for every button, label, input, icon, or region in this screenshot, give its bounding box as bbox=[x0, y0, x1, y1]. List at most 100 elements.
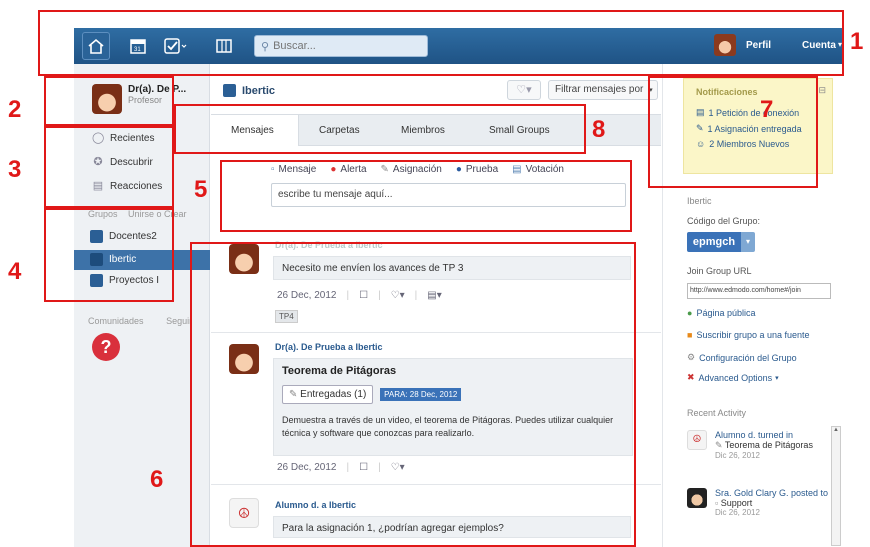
group-settings-link[interactable]: ⚙ Configuración del Grupo bbox=[687, 352, 797, 363]
join-url-field[interactable]: http://www.edmodo.com/home#/join bbox=[687, 283, 831, 299]
post-type-alerta[interactable]: ● Alerta bbox=[330, 164, 366, 175]
notification-label: 1 Asignación entregada bbox=[707, 123, 802, 134]
notification-item[interactable]: ✎ 1 Asignación entregada bbox=[696, 123, 802, 134]
advanced-options-link[interactable]: ✖ Advanced Options ▾ bbox=[687, 372, 779, 383]
filter-messages-dropdown[interactable]: Filtrar mensajes por ▾ bbox=[548, 80, 658, 100]
message-input[interactable]: escribe tu mensaje aquí... bbox=[271, 183, 626, 207]
left-sidebar: Dr(a). De P... Profesor ◯ Recientes ✪ De… bbox=[74, 64, 210, 547]
post-type-label: Votación bbox=[525, 164, 564, 175]
post-meta: 26 Dec, 2012 | ☐ | ♡▾ bbox=[277, 462, 405, 473]
tab-small-groups[interactable]: Small Groups bbox=[489, 125, 550, 136]
collapse-icon[interactable]: ⊟ bbox=[818, 85, 826, 96]
group-icon bbox=[223, 84, 236, 97]
assignment-title[interactable]: Teorema de Pitágoras bbox=[282, 365, 624, 377]
scroll-up-arrow-icon[interactable]: ▲ bbox=[832, 427, 840, 436]
post-author-avatar[interactable]: ☮ bbox=[229, 498, 259, 528]
activity-avatar: ☮ bbox=[687, 430, 707, 450]
subscribe-feed-link[interactable]: ■ Suscribir grupo a una fuente bbox=[687, 330, 810, 340]
activity-what[interactable]: ✎ Teorema de Pitágoras bbox=[715, 440, 835, 451]
annotation-number-8: 8 bbox=[592, 116, 606, 143]
post-date: 26 Dec, 2012 bbox=[277, 290, 337, 301]
tools-icon: ✖ bbox=[687, 372, 695, 382]
library-icon[interactable] bbox=[210, 32, 238, 60]
post-body: Necesito me envíen los avances de TP 3 bbox=[273, 256, 631, 280]
follow-link[interactable]: Seguir bbox=[166, 316, 192, 326]
profile-avatar bbox=[92, 84, 122, 114]
search-input[interactable] bbox=[273, 40, 414, 52]
post-author[interactable]: Dr(a). De Prueba a Ibertic bbox=[275, 240, 383, 250]
calendar-icon[interactable]: 31 bbox=[124, 32, 152, 60]
post-date: 26 Dec, 2012 bbox=[277, 462, 337, 473]
like-heart-icon[interactable]: ♡▾ bbox=[391, 290, 405, 301]
sidebar-item-reacciones[interactable]: ▤ Reacciones bbox=[92, 180, 162, 192]
tab-miembros[interactable]: Miembros bbox=[401, 125, 445, 136]
chevron-down-icon: ▾ bbox=[775, 374, 779, 382]
sidebar-group-docentes2[interactable]: Docentes2 bbox=[90, 230, 157, 243]
activity-text: Alumno d. turned in ✎ Teorema de Pitágor… bbox=[715, 430, 835, 460]
annotation-number-3: 3 bbox=[8, 156, 22, 183]
group-icon bbox=[90, 253, 103, 266]
profile-card[interactable]: Dr(a). De P... Profesor bbox=[92, 84, 186, 114]
compass-icon: ✪ bbox=[93, 156, 103, 168]
assignment-icon: ✎ bbox=[380, 164, 389, 175]
profile-link[interactable]: Perfil bbox=[746, 40, 771, 51]
post-author[interactable]: Alumno d. a Ibertic bbox=[275, 500, 356, 510]
sidebar-group-ibertic[interactable]: Ibertic bbox=[90, 253, 136, 266]
quiz-icon: ● bbox=[455, 164, 462, 175]
account-chevron-down-icon[interactable]: ▾ bbox=[838, 40, 842, 49]
activity-text: Sra. Gold Clary G. posted to ▫ Support D… bbox=[715, 488, 835, 517]
post-type-prueba[interactable]: ● Prueba bbox=[456, 164, 498, 175]
home-icon[interactable] bbox=[82, 32, 110, 60]
annotation-number-5: 5 bbox=[194, 176, 208, 203]
user-avatar[interactable] bbox=[714, 34, 736, 56]
favorite-heart-button[interactable]: ♡▾ bbox=[507, 80, 541, 100]
group-code[interactable]: epmgch bbox=[687, 232, 741, 252]
help-question-icon[interactable]: ? bbox=[92, 333, 120, 361]
post-type-votacion[interactable]: ▤ Votación bbox=[512, 164, 564, 175]
poll-icon: ▤ bbox=[512, 164, 522, 175]
annotation-number-7: 7 bbox=[760, 96, 774, 123]
post-meta: 26 Dec, 2012 | ☐ | ♡▾ | ▤▾ bbox=[277, 290, 442, 301]
reply-icon[interactable]: ☐ bbox=[359, 462, 368, 473]
sidebar-item-recientes[interactable]: ◯ Recientes bbox=[92, 132, 154, 144]
post-author-avatar[interactable] bbox=[229, 244, 259, 274]
globe-icon: ● bbox=[687, 308, 693, 318]
notification-item[interactable]: ▤ 1 Petición de conexión bbox=[696, 107, 799, 118]
sidebar-group-proyectos[interactable]: Proyectos I bbox=[90, 274, 159, 287]
post-body: Para la asignación 1, ¿podrían agregar e… bbox=[273, 516, 631, 538]
account-menu[interactable]: Cuenta bbox=[802, 40, 836, 51]
reply-icon[interactable]: ☐ bbox=[359, 290, 368, 301]
assignment-card: Teorema de Pitágoras ✎ Entregadas (1) PA… bbox=[273, 358, 633, 456]
activity-scrollbar[interactable]: ▲ bbox=[831, 426, 841, 546]
activity-what[interactable]: ▫ Support bbox=[715, 498, 835, 508]
group-header: Ibertic bbox=[687, 196, 712, 206]
communities-heading: Comunidades Seguir bbox=[88, 316, 192, 326]
post-tag[interactable]: TP4 bbox=[275, 310, 298, 323]
post-author-avatar[interactable] bbox=[229, 344, 259, 374]
post-type-asignacion[interactable]: ✎ Asignación bbox=[381, 164, 442, 175]
search-box[interactable]: ⚲ bbox=[254, 35, 428, 57]
recent-activity-heading: Recent Activity bbox=[687, 408, 747, 418]
activity-who: Alumno d. turned in bbox=[715, 430, 794, 440]
notification-item[interactable]: ☺ 2 Miembros Nuevos bbox=[696, 139, 789, 149]
post-type-mensaje[interactable]: ▫ Mensaje bbox=[271, 164, 316, 175]
group-icon bbox=[90, 230, 103, 243]
activity-date: Dic 26, 2012 bbox=[715, 451, 760, 460]
search-icon: ⚲ bbox=[261, 40, 270, 53]
assignments-check-icon[interactable] bbox=[162, 32, 190, 60]
reactions-icon: ▤ bbox=[92, 180, 104, 192]
tab-carpetas[interactable]: Carpetas bbox=[319, 125, 360, 136]
public-page-link[interactable]: ● Página pública bbox=[687, 308, 755, 318]
post-type-label: Prueba bbox=[465, 164, 499, 175]
more-options-icon[interactable]: ▤▾ bbox=[427, 290, 441, 301]
notification-label: 1 Petición de conexión bbox=[708, 107, 800, 118]
post-author[interactable]: Dr(a). De Prueba a Ibertic bbox=[275, 342, 383, 352]
group-label: Proyectos I bbox=[109, 275, 160, 286]
chevron-down-icon[interactable]: ▾ bbox=[741, 232, 755, 252]
annotation-number-6: 6 bbox=[150, 466, 164, 493]
delivered-button[interactable]: ✎ Entregadas (1) bbox=[282, 385, 374, 404]
sidebar-item-descubrir[interactable]: ✪ Descubrir bbox=[92, 156, 152, 168]
join-create-link[interactable]: Unirse o Crear bbox=[128, 209, 187, 219]
tab-mensajes[interactable]: Mensajes bbox=[231, 125, 274, 136]
like-heart-icon[interactable]: ♡▾ bbox=[391, 462, 405, 473]
